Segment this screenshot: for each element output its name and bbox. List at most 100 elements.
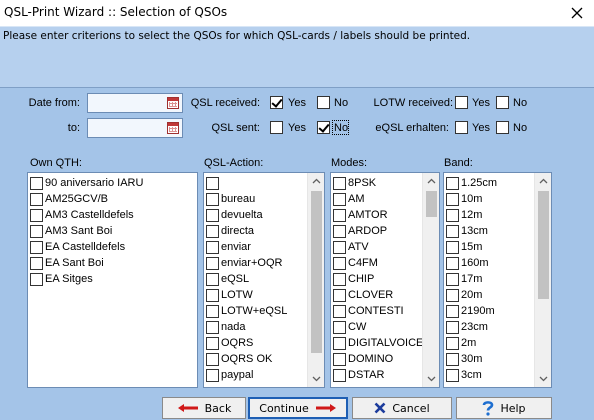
- item-checkbox[interactable]: [30, 256, 43, 270]
- calendar-icon[interactable]: [167, 97, 179, 109]
- list-item[interactable]: ATV: [333, 239, 369, 255]
- list-item[interactable]: DOMINO: [333, 351, 393, 367]
- item-checkbox[interactable]: [446, 368, 459, 382]
- item-checkbox[interactable]: [446, 272, 459, 286]
- list-item[interactable]: enviar: [206, 239, 251, 255]
- item-checkbox[interactable]: [30, 192, 43, 206]
- item-checkbox[interactable]: [30, 208, 43, 222]
- eqsl-received-yes-checkbox[interactable]: [455, 121, 468, 134]
- item-checkbox[interactable]: [446, 288, 459, 302]
- list-item[interactable]: 2m: [446, 335, 476, 351]
- scroll-up-arrow[interactable]: [308, 173, 324, 189]
- item-checkbox[interactable]: [206, 304, 219, 318]
- list-item[interactable]: AM3 Castelldefels: [30, 207, 134, 223]
- list-item[interactable]: eQSL: [206, 271, 249, 287]
- lotw-received-no-checkbox[interactable]: [496, 96, 509, 109]
- item-checkbox[interactable]: [206, 224, 219, 238]
- continue-button[interactable]: Continue: [248, 397, 348, 419]
- band-list[interactable]: 1.25cm 10m 12m 13cm 15m 160m 17m 20m 2190m 23cm 2m…: [443, 172, 552, 388]
- list-item[interactable]: 17m: [446, 271, 482, 287]
- list-item[interactable]: paypal: [206, 367, 253, 383]
- list-item[interactable]: 15m: [446, 239, 482, 255]
- back-button[interactable]: Back: [162, 397, 246, 419]
- item-checkbox[interactable]: [333, 208, 346, 222]
- list-item[interactable]: 160m: [446, 255, 489, 271]
- scroll-thumb[interactable]: [311, 191, 322, 353]
- list-item[interactable]: ARDOP: [333, 223, 387, 239]
- list-item[interactable]: bureau: [206, 191, 255, 207]
- qsl-action-scrollbar[interactable]: [307, 173, 324, 387]
- list-item[interactable]: DIGITALVOICE: [333, 335, 423, 351]
- list-item[interactable]: C4FM: [333, 255, 378, 271]
- list-item[interactable]: EA Sitges: [30, 271, 93, 287]
- list-item[interactable]: nada: [206, 319, 245, 335]
- lotw-received-yes-checkbox[interactable]: [455, 96, 468, 109]
- item-checkbox[interactable]: [333, 240, 346, 254]
- list-item[interactable]: 3cm: [446, 367, 482, 383]
- list-item[interactable]: directa: [206, 223, 254, 239]
- item-checkbox[interactable]: [446, 304, 459, 318]
- list-item[interactable]: CW: [333, 319, 366, 335]
- qsl-sent-yes-checkbox[interactable]: [270, 121, 283, 134]
- eqsl-received-no-checkbox[interactable]: [496, 121, 509, 134]
- item-checkbox[interactable]: [206, 320, 219, 334]
- item-checkbox[interactable]: [333, 272, 346, 286]
- item-checkbox[interactable]: [446, 192, 459, 206]
- item-checkbox[interactable]: [30, 272, 43, 286]
- list-item[interactable]: 30m: [446, 351, 482, 367]
- list-item[interactable]: CONTESTI: [333, 303, 404, 319]
- scroll-down-arrow[interactable]: [535, 371, 551, 387]
- item-checkbox[interactable]: [446, 224, 459, 238]
- item-checkbox[interactable]: [333, 352, 346, 366]
- item-checkbox[interactable]: [333, 176, 346, 190]
- date-from-field[interactable]: [87, 93, 183, 113]
- list-item[interactable]: AM: [333, 191, 365, 207]
- list-item[interactable]: OQRS OK: [206, 351, 272, 367]
- scroll-thumb[interactable]: [538, 191, 549, 299]
- item-checkbox[interactable]: [333, 288, 346, 302]
- item-checkbox[interactable]: [333, 256, 346, 270]
- list-item[interactable]: 90 aniversario IARU: [30, 175, 143, 191]
- scroll-down-arrow[interactable]: [423, 371, 439, 387]
- item-checkbox[interactable]: [206, 272, 219, 286]
- list-item[interactable]: 23cm: [446, 319, 488, 335]
- item-checkbox[interactable]: [333, 320, 346, 334]
- list-item[interactable]: devuelta: [206, 207, 263, 223]
- item-checkbox[interactable]: [206, 352, 219, 366]
- scroll-down-arrow[interactable]: [308, 371, 324, 387]
- list-item[interactable]: OQRS: [206, 335, 253, 351]
- item-checkbox[interactable]: [333, 304, 346, 318]
- modes-list[interactable]: 8PSK AM AMTOR ARDOP ATV C4FM CHIP CLOVER CONTEST…: [330, 172, 440, 388]
- list-item[interactable]: AMTOR: [333, 207, 388, 223]
- list-item[interactable]: LOTW+eQSL: [206, 303, 287, 319]
- band-scrollbar[interactable]: [534, 173, 551, 387]
- close-button[interactable]: [566, 3, 588, 23]
- modes-scrollbar[interactable]: [422, 173, 439, 387]
- list-item[interactable]: AM3 Sant Boi: [30, 223, 112, 239]
- list-item[interactable]: 10m: [446, 191, 482, 207]
- item-checkbox[interactable]: [446, 208, 459, 222]
- scroll-up-arrow[interactable]: [423, 173, 439, 189]
- item-checkbox[interactable]: [446, 352, 459, 366]
- item-checkbox[interactable]: [333, 224, 346, 238]
- item-checkbox[interactable]: [30, 176, 43, 190]
- own-qth-list[interactable]: 90 aniversario IARU AM25GCV/B AM3 Castelld…: [27, 172, 198, 388]
- qsl-received-no-checkbox[interactable]: [317, 96, 330, 109]
- list-item[interactable]: 2190m: [446, 303, 495, 319]
- help-button[interactable]: Help: [456, 397, 552, 419]
- item-checkbox[interactable]: [333, 336, 346, 350]
- scroll-up-arrow[interactable]: [535, 173, 551, 189]
- list-item[interactable]: EA Sant Boi: [30, 255, 104, 271]
- item-checkbox[interactable]: [206, 192, 219, 206]
- list-item[interactable]: CHIP: [333, 271, 374, 287]
- list-item[interactable]: 8PSK: [333, 175, 376, 191]
- list-item[interactable]: CLOVER: [333, 287, 393, 303]
- item-checkbox[interactable]: [446, 320, 459, 334]
- item-checkbox[interactable]: [206, 176, 219, 190]
- item-checkbox[interactable]: [446, 240, 459, 254]
- cancel-button[interactable]: Cancel: [352, 397, 452, 419]
- item-checkbox[interactable]: [30, 240, 43, 254]
- list-item[interactable]: [206, 175, 221, 191]
- item-checkbox[interactable]: [333, 368, 346, 382]
- list-item[interactable]: EA Castelldefels: [30, 239, 125, 255]
